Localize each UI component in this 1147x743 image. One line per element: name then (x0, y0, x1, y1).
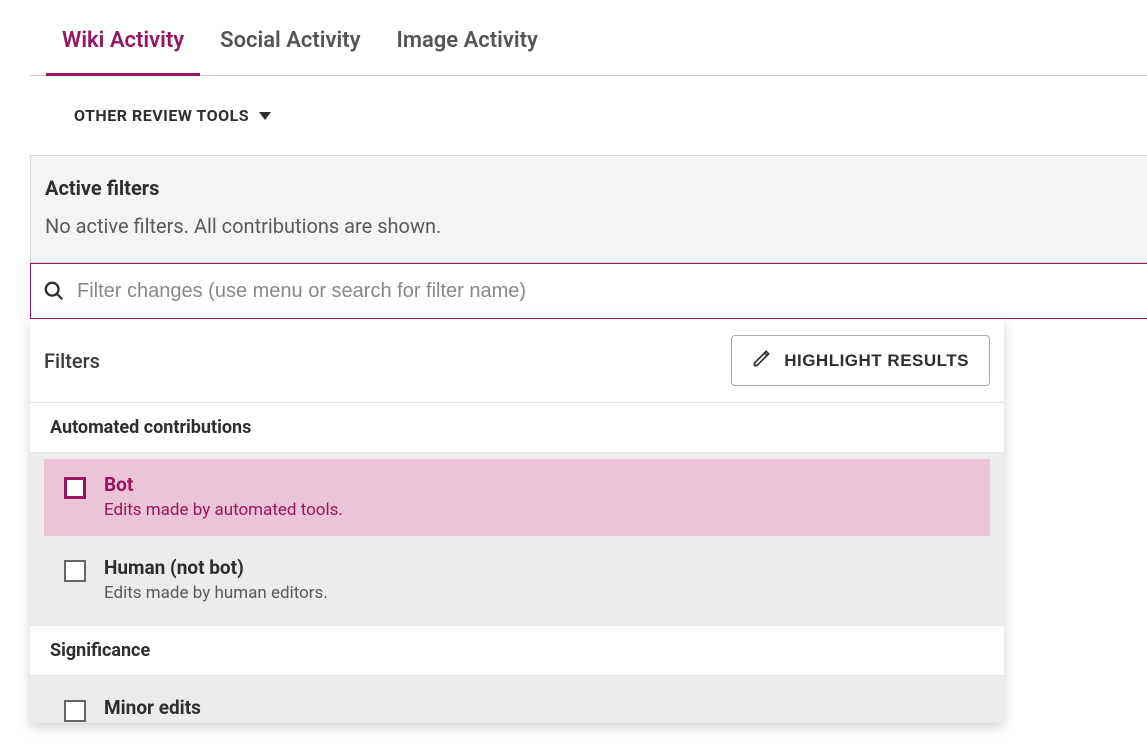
filters-dropdown-title: Filters (44, 349, 100, 373)
filter-item-title: Minor edits (104, 696, 970, 719)
highlight-results-label: HIGHLIGHT RESULTS (784, 351, 969, 371)
filters-dropdown: Filters HIGHLIGHT RESULTS Automated cont… (30, 319, 1004, 723)
tab-image-activity[interactable]: Image Activity (395, 28, 540, 75)
filter-item-bot[interactable]: Bot Edits made by automated tools. (44, 459, 990, 536)
other-review-tools-label: OTHER REVIEW TOOLS (74, 106, 249, 125)
activity-tabs: Wiki Activity Social Activity Image Acti… (30, 0, 1147, 76)
other-review-tools-dropdown[interactable]: OTHER REVIEW TOOLS (0, 76, 1147, 155)
filter-group-heading: Automated contributions (30, 403, 1004, 453)
pencil-icon (752, 348, 772, 373)
filters-scroll-area[interactable]: Automated contributions Bot Edits made b… (30, 403, 1004, 723)
search-icon (43, 280, 65, 302)
active-filters-message: No active filters. All contributions are… (45, 214, 1133, 238)
tab-social-activity[interactable]: Social Activity (218, 28, 362, 75)
filters-dropdown-header: Filters HIGHLIGHT RESULTS (30, 319, 1004, 403)
filter-checkbox[interactable] (64, 477, 86, 499)
filter-item-desc: Edits made by human editors. (104, 583, 970, 603)
filter-search-bar[interactable] (30, 263, 1147, 319)
highlight-results-button[interactable]: HIGHLIGHT RESULTS (731, 335, 990, 386)
filter-item-minor-edits[interactable]: Minor edits Edits the author labeled as … (44, 682, 990, 723)
filter-item-body: Minor edits Edits the author labeled as … (104, 696, 970, 723)
filter-item-body: Bot Edits made by automated tools. (104, 473, 970, 520)
filter-item-title: Human (not bot) (104, 556, 970, 579)
filter-item-desc: Edits made by automated tools. (104, 500, 970, 520)
caret-down-icon (259, 112, 271, 120)
filter-search-input[interactable] (65, 280, 1137, 303)
active-filters-panel: Active filters No active filters. All co… (30, 155, 1147, 263)
filter-group-heading: Significance (30, 625, 1004, 676)
tab-wiki-activity[interactable]: Wiki Activity (60, 28, 186, 75)
filter-checkbox[interactable] (64, 700, 86, 722)
filter-item-body: Human (not bot) Edits made by human edit… (104, 556, 970, 603)
filter-checkbox[interactable] (64, 560, 86, 582)
active-filters-title: Active filters (45, 176, 1133, 200)
filter-item-human[interactable]: Human (not bot) Edits made by human edit… (44, 542, 990, 619)
filter-item-title: Bot (104, 473, 970, 496)
